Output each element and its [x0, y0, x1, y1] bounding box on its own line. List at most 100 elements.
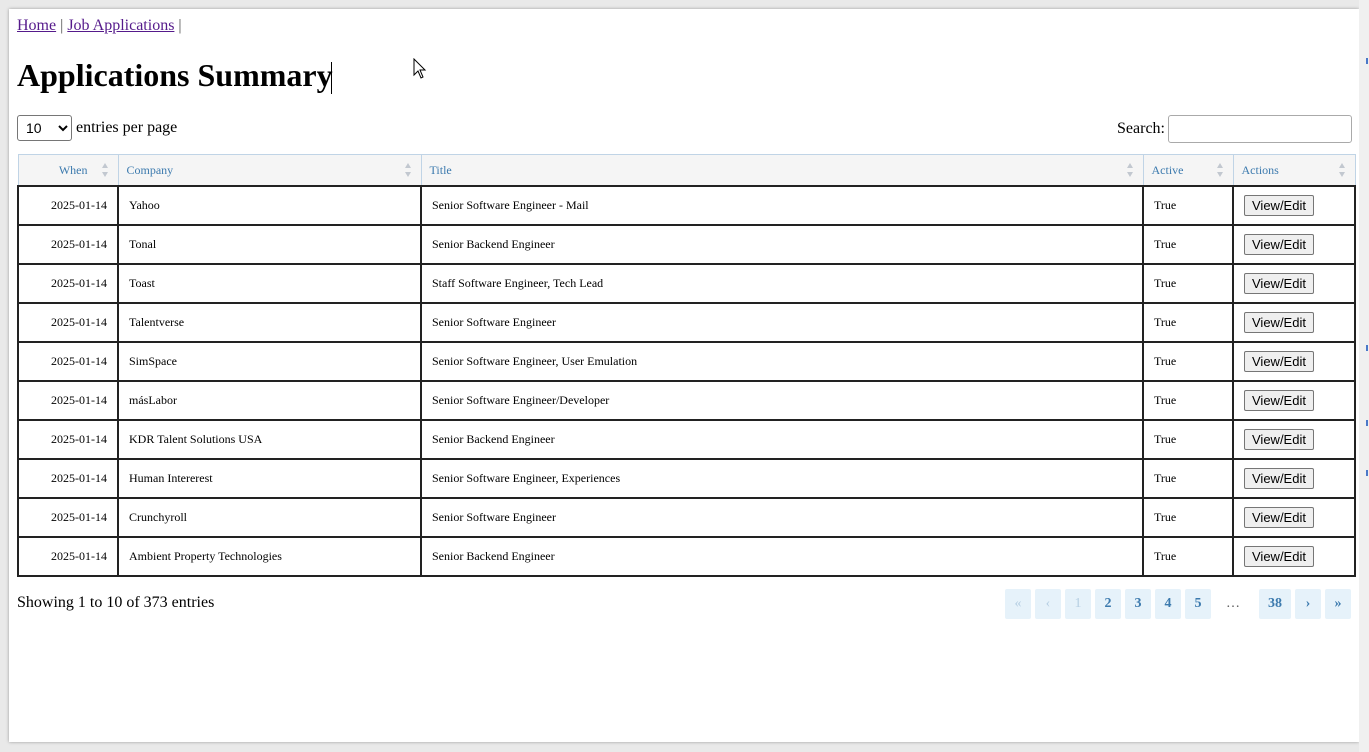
title-cell: Senior Software Engineer/Developer	[420, 380, 1144, 421]
when-cell: 2025-01-14	[17, 224, 119, 265]
company-cell: Yahoo	[117, 185, 422, 226]
page-button-last[interactable]: 38	[1259, 589, 1291, 619]
page-button-2[interactable]: 2	[1095, 589, 1121, 619]
sort-icon	[1338, 163, 1345, 177]
active-cell: True	[1142, 341, 1234, 382]
edge-marker	[1366, 345, 1368, 351]
active-cell: True	[1142, 185, 1234, 226]
view-edit-button[interactable]: View/Edit	[1244, 312, 1314, 333]
actions-cell: View/Edit	[1232, 380, 1356, 421]
table-header-row: When Company Title Active Actions	[17, 154, 1356, 187]
page-button-3[interactable]: 3	[1125, 589, 1151, 619]
when-cell: 2025-01-14	[17, 380, 119, 421]
company-cell: másLabor	[117, 380, 422, 421]
breadcrumb-separator: |	[60, 17, 64, 34]
when-cell: 2025-01-14	[17, 263, 119, 304]
page-button-1[interactable]: 1	[1065, 589, 1091, 619]
sort-icon	[404, 163, 411, 177]
company-cell: KDR Talent Solutions USA	[117, 419, 422, 460]
active-cell: True	[1142, 497, 1234, 538]
edge-marker	[1366, 470, 1368, 476]
page-button-4[interactable]: 4	[1155, 589, 1181, 619]
active-cell: True	[1142, 458, 1234, 499]
when-cell: 2025-01-14	[17, 497, 119, 538]
view-edit-button[interactable]: View/Edit	[1244, 390, 1314, 411]
actions-cell: View/Edit	[1232, 224, 1356, 265]
home-link[interactable]: Home	[17, 17, 56, 34]
table-row: 2025-01-14 Yahoo Senior Software Engineer …	[17, 185, 1356, 226]
browser-page: Home | Job Applications | Applications S…	[9, 9, 1359, 742]
pagination-ellipsis: …	[1226, 596, 1240, 611]
title-cell: Staff Software Engineer, Tech Lead	[420, 263, 1144, 304]
active-cell: True	[1142, 224, 1234, 265]
company-cell: Human Intererest	[117, 458, 422, 499]
column-header-active[interactable]: Active	[1142, 154, 1234, 187]
table-row: 2025-01-14 Toast Staff Software Engineer, …	[17, 263, 1356, 304]
actions-cell: View/Edit	[1232, 302, 1356, 343]
job-applications-link[interactable]: Job Applications	[67, 17, 174, 34]
view-edit-button[interactable]: View/Edit	[1244, 546, 1314, 567]
title-cell: Senior Software Engineer, User Emulation	[420, 341, 1144, 382]
breadcrumb: Home | Job Applications |	[17, 17, 182, 35]
next-page-button[interactable]: ›	[1295, 589, 1321, 619]
column-header-company[interactable]: Company	[117, 154, 422, 187]
view-edit-button[interactable]: View/Edit	[1244, 234, 1314, 255]
edge-marker	[1366, 420, 1368, 426]
search-label: Search:	[1117, 120, 1165, 137]
title-cell: Senior Backend Engineer	[420, 419, 1144, 460]
previous-page-button[interactable]: ‹	[1035, 589, 1061, 619]
table-row: 2025-01-14 Talentverse Senior Software Eng…	[17, 302, 1356, 343]
when-cell: 2025-01-14	[17, 536, 119, 577]
page-title: Applications Summary	[17, 57, 333, 93]
mouse-cursor-icon	[413, 58, 427, 79]
when-cell: 2025-01-14	[17, 341, 119, 382]
view-edit-button[interactable]: View/Edit	[1244, 429, 1314, 450]
entries-length-control: 10 entries per page	[17, 115, 177, 141]
active-cell: True	[1142, 419, 1234, 460]
view-edit-button[interactable]: View/Edit	[1244, 507, 1314, 528]
title-cell: Senior Backend Engineer	[420, 224, 1144, 265]
company-cell: SimSpace	[117, 341, 422, 382]
company-cell: Crunchyroll	[117, 497, 422, 538]
first-page-button[interactable]: «	[1005, 589, 1031, 619]
table-row: 2025-01-14 Ambient Property Technologies S…	[17, 536, 1356, 577]
window-edge	[1359, 0, 1369, 752]
breadcrumb-separator: |	[178, 17, 182, 34]
view-edit-button[interactable]: View/Edit	[1244, 351, 1314, 372]
actions-cell: View/Edit	[1232, 185, 1356, 226]
title-cell: Senior Software Engineer	[420, 497, 1144, 538]
active-cell: True	[1142, 536, 1234, 577]
sort-icon	[1216, 163, 1223, 177]
last-page-button[interactable]: »	[1325, 589, 1351, 619]
when-cell: 2025-01-14	[17, 458, 119, 499]
pagination: « ‹ 1 2 3 4 5 … 38 › »	[1001, 589, 1351, 619]
actions-cell: View/Edit	[1232, 419, 1356, 460]
column-header-actions[interactable]: Actions	[1232, 154, 1356, 187]
company-cell: Tonal	[117, 224, 422, 265]
table-row: 2025-01-14 SimSpace Senior Software Engine…	[17, 341, 1356, 382]
view-edit-button[interactable]: View/Edit	[1244, 273, 1314, 294]
active-cell: True	[1142, 263, 1234, 304]
when-cell: 2025-01-14	[17, 419, 119, 460]
table-row: 2025-01-14 Human Intererest Senior Softwar…	[17, 458, 1356, 499]
view-edit-button[interactable]: View/Edit	[1244, 195, 1314, 216]
entries-per-page-label: entries per page	[76, 119, 178, 136]
view-edit-button[interactable]: View/Edit	[1244, 468, 1314, 489]
column-header-when[interactable]: When	[17, 154, 119, 187]
actions-cell: View/Edit	[1232, 536, 1356, 577]
sort-icon	[1126, 163, 1133, 177]
text-caret	[331, 62, 332, 94]
table-row: 2025-01-14 másLabor Senior Software Engine…	[17, 380, 1356, 421]
title-cell: Senior Backend Engineer	[420, 536, 1144, 577]
when-cell: 2025-01-14	[17, 185, 119, 226]
table-row: 2025-01-14 Crunchyroll Senior Software Eng…	[17, 497, 1356, 538]
actions-cell: View/Edit	[1232, 263, 1356, 304]
company-cell: Toast	[117, 263, 422, 304]
search-input[interactable]	[1168, 115, 1352, 143]
column-header-title[interactable]: Title	[420, 154, 1144, 187]
page-button-5[interactable]: 5	[1185, 589, 1211, 619]
title-cell: Senior Software Engineer, Experiences	[420, 458, 1144, 499]
title-cell: Senior Software Engineer - Mail	[420, 185, 1144, 226]
sort-icon	[101, 163, 108, 177]
entries-per-page-select[interactable]: 10	[17, 115, 72, 141]
